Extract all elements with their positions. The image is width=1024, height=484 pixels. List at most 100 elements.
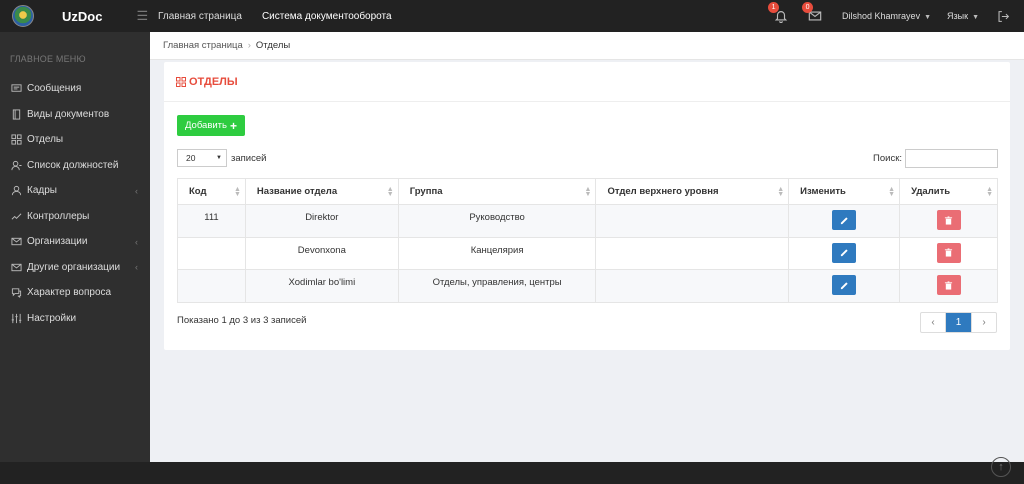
search-control: Поиск: (873, 149, 998, 168)
sidebar: ГЛАВНОЕ МЕНЮ Сообщения Виды документов Отд… (0, 32, 150, 462)
scroll-top-button[interactable]: ↑ (991, 457, 1011, 477)
table-row: Devonxona Канцелярия (177, 236, 998, 270)
column-header[interactable]: Удалить ▲ ▼ (899, 178, 998, 205)
messages-badge: 0 (802, 2, 814, 13)
envelope-icon (11, 236, 22, 247)
column-header-label: Изменить (800, 186, 846, 197)
table-row: Xodimlar bo'limi Отделы, управления, цент… (177, 269, 998, 303)
sort-icon: ▲ ▼ (584, 186, 592, 198)
user-menu[interactable]: Dilshod Khamrayev ▼ (842, 11, 931, 21)
document-icon (11, 109, 22, 120)
sidebar-item-label: Список должностей (27, 159, 119, 171)
sidebar-item-label: Контроллеры (27, 210, 90, 222)
nav-docsystem-link[interactable]: Система документооборота (262, 11, 392, 22)
cell-parent (595, 269, 790, 303)
column-header[interactable]: Название отдела ▲ ▼ (244, 178, 399, 205)
sidebar-item-3[interactable]: Список должностей (0, 153, 150, 179)
breadcrumb-home[interactable]: Главная страница (163, 40, 243, 51)
nav-home-link[interactable]: Главная страница (158, 11, 242, 22)
trash-icon (944, 280, 953, 290)
edit-button[interactable] (832, 210, 857, 230)
column-header-label: Название отдела (256, 186, 338, 197)
edit-button[interactable] (832, 242, 857, 263)
column-header-label: Код (189, 186, 207, 197)
page-length-value: 20 (186, 153, 196, 163)
delete-button[interactable] (936, 275, 961, 295)
top-nav: Главная страница Система документооборот… (158, 11, 412, 22)
pencil-icon (840, 216, 848, 224)
messages-button[interactable]: 0 (802, 2, 822, 23)
page-length-label: записей (231, 152, 267, 164)
pagination-prev-button[interactable]: ‹ (921, 313, 946, 332)
pagination-next-button[interactable]: › (971, 313, 996, 332)
cell-group: Канцелярия (397, 236, 597, 270)
add-department-button[interactable]: Добавить + (177, 115, 246, 136)
column-header[interactable]: Изменить ▲ ▼ (788, 178, 901, 205)
page-length-select[interactable]: 20 ▼ (177, 149, 227, 167)
cell-edit (788, 236, 901, 270)
top-right-controls: 1 0 Dilshod Khamrayev ▼ Язык ▼ (768, 2, 1024, 24)
departments-table: Код ▲ ▼ Название отдела ▲ ▼ Группа ▲ ▼ Отдел верх… (177, 178, 998, 303)
grid-icon (11, 134, 22, 145)
cell-group: Руководство (397, 204, 597, 238)
pencil-icon (840, 281, 848, 289)
user-list-icon (11, 160, 22, 171)
message-icon (11, 83, 22, 94)
sidebar-item-label: Отделы (27, 134, 64, 146)
brand-name[interactable]: UzDoc (62, 9, 102, 24)
column-header-label: Удалить (911, 186, 951, 197)
cell-parent (595, 204, 790, 238)
trash-icon (944, 215, 953, 225)
language-menu[interactable]: Язык ▼ (947, 11, 979, 21)
user-name: Dilshod Khamrayev (842, 11, 921, 21)
sidebar-item-0[interactable]: Сообщения (0, 76, 150, 102)
logo-emblem[interactable] (12, 5, 34, 27)
pagination: ‹ 1 › (920, 312, 997, 333)
sidebar-item-8[interactable]: Характер вопроса (0, 280, 150, 306)
notifications-button[interactable]: 1 (768, 2, 788, 24)
logout-icon[interactable] (997, 10, 1010, 23)
sidebar-item-label: Сообщения (27, 83, 82, 95)
cell-code (177, 269, 246, 303)
edit-button[interactable] (832, 275, 857, 295)
sort-icon: ▲ ▼ (386, 186, 394, 198)
sidebar-item-4[interactable]: Кадры ‹ (0, 178, 150, 204)
sort-icon: ▲ ▼ (233, 186, 241, 198)
menu-toggle-icon[interactable]: ☰ (136, 8, 148, 24)
top-bar: UzDoc ☰ Главная страница Система докумен… (0, 0, 1024, 32)
column-header[interactable]: Группа ▲ ▼ (397, 178, 597, 205)
sidebar-item-7[interactable]: Другие организации ‹ (0, 255, 150, 281)
sidebar-item-label: Кадры (27, 185, 57, 197)
sidebar-item-label: Характер вопроса (27, 287, 112, 299)
cell-code: 111 (177, 204, 246, 238)
chevron-left-icon: ‹ (135, 236, 138, 247)
column-header-label: Отдел верхнего уровня (607, 186, 719, 197)
search-input[interactable] (905, 149, 998, 168)
pagination-page-button[interactable]: 1 (946, 313, 971, 332)
sidebar-item-9[interactable]: Настройки (0, 306, 150, 332)
table-row: 111 Direktor Руководство (177, 204, 998, 238)
sliders-icon (11, 313, 22, 324)
language-label: Язык (947, 11, 969, 21)
page-title: ОТДЕЛЫ (189, 75, 238, 88)
column-header[interactable]: Отдел верхнего уровня ▲ ▼ (595, 178, 790, 205)
add-label: Добавить (185, 120, 227, 131)
chevron-left-icon: ‹ (135, 185, 138, 196)
sidebar-item-5[interactable]: Контроллеры (0, 204, 150, 230)
search-label: Поиск: (873, 153, 902, 164)
plus-icon: + (230, 118, 238, 133)
column-header-label: Группа (409, 186, 443, 197)
brand: UzDoc ☰ (0, 0, 150, 32)
column-header[interactable]: Код ▲ ▼ (177, 178, 246, 205)
chart-line-icon (11, 211, 22, 222)
sidebar-item-1[interactable]: Виды документов (0, 102, 150, 128)
sidebar-item-2[interactable]: Отделы (0, 127, 150, 153)
breadcrumb: Главная страница › Отделы (150, 32, 1024, 60)
delete-button[interactable] (936, 210, 961, 230)
sidebar-item-6[interactable]: Организации ‹ (0, 229, 150, 255)
delete-button[interactable] (936, 242, 961, 263)
cell-name: Xodimlar bo'limi (244, 269, 399, 303)
trash-icon (944, 248, 953, 257)
cell-edit (788, 204, 901, 238)
cell-parent (595, 236, 790, 270)
